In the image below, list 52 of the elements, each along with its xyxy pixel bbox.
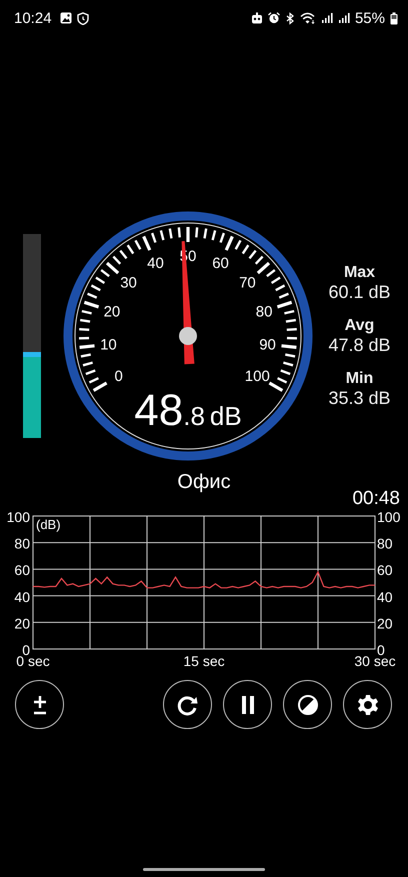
contrast-icon [296,692,320,716]
scale-label: 70 [239,274,256,292]
reset-button[interactable] [163,680,212,729]
stat-label: Max [344,264,376,282]
scale-label: 90 [259,336,276,354]
stat-value: 47.8 dB [328,334,391,356]
bluetooth-icon [284,12,295,24]
scale-label: 0 [114,368,123,385]
axis-unit: (dB) [36,517,61,532]
robot-icon [250,12,263,24]
signal-icon [338,12,350,24]
status-time: 10:24 [14,10,52,26]
y-axis-label: 60 [14,562,30,578]
stat-label: Avg [344,316,374,334]
scale-label: 10 [100,336,117,354]
settings-icon [356,692,380,716]
y-axis-label: 40 [14,588,30,605]
y-axis-label: 60 [377,562,393,578]
scale-label: 20 [104,303,120,320]
needle-hub [179,327,197,345]
gallery-icon [60,12,72,24]
profile-title: Офис [177,471,231,494]
y-axis-label: 80 [377,536,393,552]
signal-icon [320,12,333,24]
scale-label: 30 [120,274,137,292]
y-axis-label: 20 [377,615,393,632]
decibel-reading: 48.8 dB [134,386,242,435]
x-axis-label: 15 sec [183,653,225,669]
pause-button[interactable] [223,680,272,729]
y-axis-label: 40 [377,588,393,605]
elapsed-timer: 00:48 [352,488,400,510]
calibrate-button[interactable] [15,680,64,729]
scale-label: 80 [256,303,272,320]
settings-button[interactable] [343,680,392,729]
y-axis-label: 20 [14,615,30,632]
wifi-icon [300,12,316,24]
scale-label: 100 [244,368,270,385]
y-axis-label: 0 [377,642,385,658]
y-axis-label: 100 [6,509,30,525]
stat-value: 35.3 dB [328,388,391,408]
y-axis-label: 80 [14,536,30,552]
battery-percent: 55% [354,10,385,26]
battery-icon [390,12,398,24]
stat-label: Min [346,370,374,388]
alarm-icon [268,12,280,24]
scale-label: 40 [147,254,164,272]
stat-value: 60.1 dB [328,282,391,302]
scale-label: 60 [212,254,229,272]
theme-button[interactable] [283,680,332,729]
y-axis-label: 100 [377,509,400,525]
y-axis-label: 0 [22,642,30,658]
shield-icon [76,12,89,24]
